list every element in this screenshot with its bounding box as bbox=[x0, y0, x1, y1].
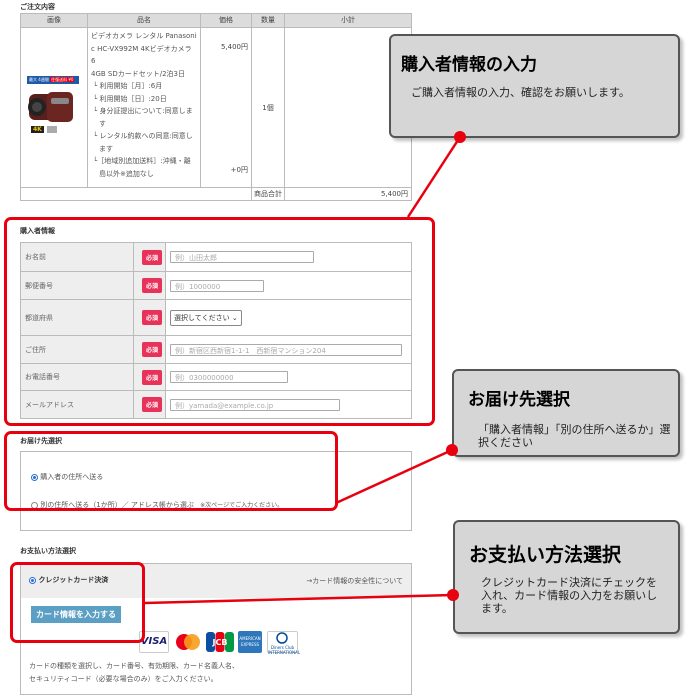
delivery-callout: お届け先選択 「購入者情報」「別の住所へ送るか」選択ください bbox=[452, 369, 680, 457]
delivery-callout-title: お届け先選択 bbox=[468, 390, 570, 410]
payment-callout-body: クレジットカード決済にチェックを入れ、カード情報の入力をお願いします。 bbox=[481, 576, 658, 615]
delivery-callout-body: 「購入者情報」「別の住所へ送るか」選択ください bbox=[478, 423, 671, 449]
payment-callout-title: お支払い方法選択 bbox=[469, 544, 622, 566]
payment-connector-dot bbox=[447, 589, 459, 601]
buyer-callout: 購入者情報の入力 ご購入者情報の入力、確認をお願いします。 bbox=[389, 34, 680, 138]
buyer-connector-dot bbox=[454, 131, 466, 143]
buyer-callout-title: 購入者情報の入力 bbox=[401, 55, 537, 75]
payment-callout: お支払い方法選択 クレジットカード決済にチェックを入れ、カード情報の入力をお願い… bbox=[453, 520, 680, 634]
connector-line-delivery bbox=[335, 448, 453, 505]
delivery-connector-dot bbox=[446, 444, 458, 456]
connector-line-buyer bbox=[406, 136, 462, 218]
connector-line-payment bbox=[144, 593, 454, 605]
buyer-callout-body: ご購入者情報の入力、確認をお願いします。 bbox=[411, 86, 630, 99]
